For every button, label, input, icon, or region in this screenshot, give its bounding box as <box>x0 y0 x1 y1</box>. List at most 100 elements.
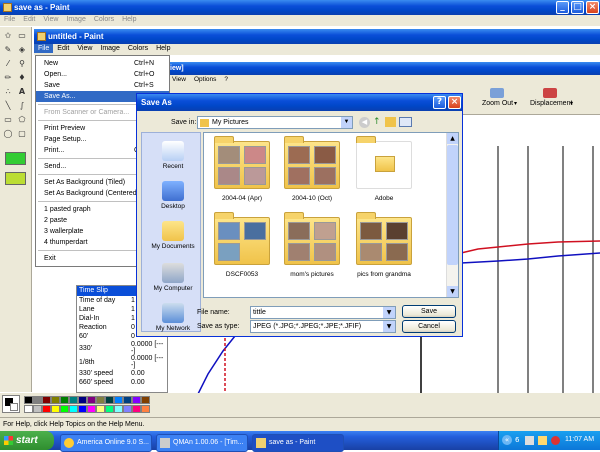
dialog-titlebar[interactable]: Save As <box>137 94 462 111</box>
bg-menu-view[interactable]: View <box>168 75 190 84</box>
inner-menu-image[interactable]: Image <box>96 44 123 53</box>
palette-swatch[interactable] <box>51 396 60 404</box>
zoom-out-button[interactable]: Zoom Out <box>482 100 513 107</box>
pencil-icon[interactable]: ✏ <box>3 73 13 82</box>
folder-adobe[interactable]: Adobe <box>350 136 418 202</box>
palette-swatch[interactable] <box>24 396 33 404</box>
outer-menu-image[interactable]: Image <box>62 15 89 24</box>
palette-swatch[interactable] <box>96 405 105 413</box>
save-in-select[interactable]: My Pictures ▼ <box>197 116 353 129</box>
scroll-thumb[interactable] <box>447 145 458 265</box>
place-recent[interactable]: Recent <box>146 141 200 170</box>
tray-expand-icon[interactable]: « <box>502 435 512 445</box>
outer-titlebar[interactable]: save as - Paint <box>0 0 600 15</box>
palette-swatch[interactable] <box>42 396 51 404</box>
outer-menu-colors[interactable]: Colors <box>90 15 118 24</box>
fill-icon[interactable]: ◈ <box>17 45 27 54</box>
bg-menu-question[interactable]: ? <box>220 75 232 84</box>
dialog-close-button[interactable]: × <box>448 96 461 109</box>
up-folder-icon[interactable]: ↑ <box>373 117 381 128</box>
background-app-titlebar[interactable]: iew] <box>168 62 600 75</box>
palette-swatch[interactable] <box>141 396 150 404</box>
palette-swatch[interactable] <box>42 405 51 413</box>
taskbar-item-qman[interactable]: QMAn 1.00.06 - [Tim... <box>156 434 248 452</box>
place-my-network[interactable]: My Network <box>146 303 200 332</box>
palette-swatch[interactable] <box>78 405 87 413</box>
palette-swatch[interactable] <box>60 396 69 404</box>
back-icon[interactable]: ◀ <box>359 117 370 128</box>
outer-minimize-button[interactable]: _ <box>556 1 569 14</box>
current-colors[interactable] <box>2 395 20 413</box>
palette-swatch[interactable] <box>78 396 87 404</box>
inner-menu-colors[interactable]: Colors <box>124 44 152 53</box>
dialog-help-button[interactable]: ? <box>433 96 446 109</box>
palette-swatch[interactable] <box>123 405 132 413</box>
outer-menu-file[interactable]: File <box>0 15 19 24</box>
palette-swatch[interactable] <box>96 396 105 404</box>
brush-icon[interactable]: ♦ <box>17 73 27 82</box>
inner-menu-file[interactable]: File <box>34 44 54 53</box>
eraser-icon[interactable]: ✎ <box>3 45 13 54</box>
place-my-computer[interactable]: My Computer <box>146 263 200 292</box>
palette-swatch[interactable] <box>132 396 141 404</box>
palette-swatch[interactable] <box>87 405 96 413</box>
taskbar-item-aol[interactable]: America Online 9.0 S... <box>60 434 152 452</box>
file-list-scrollbar[interactable]: ▲ ▼ <box>446 133 458 297</box>
palette-swatch[interactable] <box>114 405 123 413</box>
filename-dropdown-icon[interactable]: ▼ <box>383 307 395 318</box>
folder-moms-pictures[interactable]: mom's pictures <box>278 212 346 278</box>
folder-pics-from-grandma[interactable]: pics from grandma <box>350 212 418 278</box>
inner-titlebar[interactable]: untitled - Paint <box>34 29 600 44</box>
palette-swatch[interactable] <box>105 405 114 413</box>
palette-swatch[interactable] <box>87 396 96 404</box>
savetype-dropdown-icon[interactable]: ▼ <box>383 321 395 332</box>
ellipse-icon[interactable]: ◯ <box>3 129 13 138</box>
zoom-out-dropdown-icon[interactable]: ▾ <box>514 100 517 107</box>
palette-swatch[interactable] <box>123 396 132 404</box>
start-button[interactable]: start <box>0 431 54 450</box>
palette-swatch[interactable] <box>51 405 60 413</box>
scroll-down-icon[interactable]: ▼ <box>447 286 458 297</box>
displacement-dropdown-icon[interactable]: ▾ <box>570 100 573 107</box>
palette-swatch[interactable] <box>132 405 141 413</box>
line-icon[interactable]: ╲ <box>3 101 13 110</box>
network-icon[interactable] <box>525 436 534 445</box>
folder-2004-04[interactable]: 2004-04 (Apr) <box>208 136 276 202</box>
filename-input[interactable]: tittle <box>250 306 396 319</box>
palette-swatch[interactable] <box>69 396 78 404</box>
option-transparent-icon[interactable] <box>5 172 26 185</box>
bg-menu-options[interactable]: Options <box>190 75 220 84</box>
rectangle-icon[interactable]: ▭ <box>3 115 13 124</box>
text-icon[interactable]: A <box>17 87 27 96</box>
magnifier-icon[interactable]: ⚲ <box>17 59 27 68</box>
option-opaque-icon[interactable] <box>5 152 26 165</box>
curve-icon[interactable]: ∫ <box>17 101 27 110</box>
displacement-button[interactable]: Displacement <box>530 100 572 107</box>
picker-icon[interactable]: ⁄ <box>3 59 13 68</box>
folder-dscf0053[interactable]: DSCF0053 <box>208 212 276 278</box>
palette-swatch[interactable] <box>33 396 42 404</box>
free-select-icon[interactable]: ✩ <box>3 31 13 40</box>
outer-maximize-button[interactable]: □ <box>571 1 584 14</box>
taskbar-item-paint[interactable]: save as - Paint <box>252 434 344 452</box>
inner-menu-edit[interactable]: Edit <box>53 44 73 53</box>
views-menu-icon[interactable] <box>399 117 412 127</box>
inner-menu-view[interactable]: View <box>73 44 96 53</box>
palette-swatch[interactable] <box>141 405 150 413</box>
palette-swatch[interactable] <box>105 396 114 404</box>
outer-close-button[interactable]: × <box>586 1 599 14</box>
file-menu-item[interactable]: Open... Ctrl+O <box>36 69 169 80</box>
palette-swatch[interactable] <box>69 405 78 413</box>
volume-icon[interactable] <box>538 436 547 445</box>
save-button[interactable]: Save <box>402 305 456 318</box>
outer-menu-view[interactable]: View <box>39 15 62 24</box>
scroll-up-icon[interactable]: ▲ <box>447 133 458 144</box>
palette-swatch[interactable] <box>114 396 123 404</box>
palette-swatch[interactable] <box>24 405 33 413</box>
place-desktop[interactable]: Desktop <box>146 181 200 210</box>
folder-2004-10[interactable]: 2004-10 (Oct) <box>278 136 346 202</box>
file-menu-item[interactable]: New Ctrl+N <box>36 58 169 69</box>
cancel-button[interactable]: Cancel <box>402 320 456 333</box>
savetype-select[interactable]: JPEG (*.JPG;*.JPEG;*.JPE;*.JFIF) <box>250 320 396 333</box>
palette-swatch[interactable] <box>60 405 69 413</box>
